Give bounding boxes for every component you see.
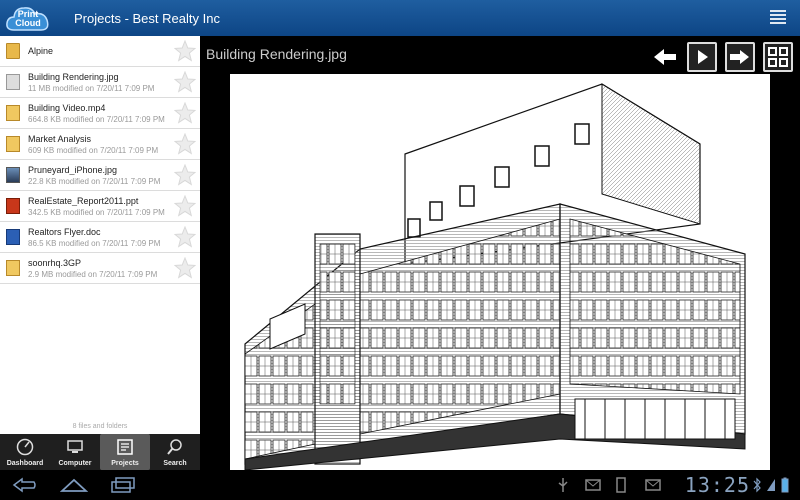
file-meta: 664.8 KB modified on 7/20/11 7:09 PM — [28, 115, 165, 124]
star-icon[interactable] — [174, 226, 196, 248]
page-title: Projects - Best Realty Inc — [74, 10, 220, 26]
file-icon — [6, 260, 20, 276]
star-icon[interactable] — [174, 195, 196, 217]
grid-icon — [768, 47, 788, 67]
top-bar: Print Cloud Projects - Best Realty Inc — [0, 0, 800, 36]
battery-icon — [781, 477, 789, 493]
mail-icon — [585, 479, 601, 491]
home-icon[interactable] — [60, 477, 88, 493]
star-icon[interactable] — [174, 164, 196, 186]
logo-text-line2: Cloud — [15, 18, 41, 28]
list-item[interactable]: soonrhq.3GP 2.9 MB modified on 7/20/11 7… — [0, 253, 200, 284]
tab-bar: Dashboard Computer Projects Search — [0, 434, 200, 470]
building-rendering-image[interactable] — [230, 74, 770, 470]
system-bar: 13:25 — [0, 470, 800, 500]
file-name: Building Rendering.jpg — [28, 72, 119, 82]
bluetooth-icon — [753, 477, 761, 493]
file-name: Pruneyard_iPhone.jpg — [28, 165, 118, 175]
folder-icon — [6, 43, 20, 59]
list-item[interactable]: Market Analysis 609 KB modified on 7/20/… — [0, 129, 200, 160]
file-meta: 609 KB modified on 7/20/11 7:09 PM — [28, 146, 159, 155]
search-icon — [167, 439, 182, 455]
file-name: Alpine — [28, 46, 54, 56]
list-item[interactable]: RealEstate_Report2011.ppt 342.5 KB modif… — [0, 191, 200, 222]
star-icon[interactable] — [174, 102, 196, 124]
recent-apps-icon[interactable] — [110, 477, 136, 493]
tab-label: Search — [163, 460, 187, 467]
star-icon[interactable] — [174, 257, 196, 279]
file-name: soonrhq.3GP — [28, 258, 82, 268]
file-icon — [6, 105, 20, 121]
play-button[interactable] — [687, 42, 717, 72]
viewer-title: Building Rendering.jpg — [206, 46, 347, 62]
file-name: Building Video.mp4 — [28, 103, 106, 113]
clock: 13:25 — [684, 473, 750, 497]
tab-label: Dashboard — [6, 460, 44, 467]
list-item[interactable]: Pruneyard_iPhone.jpg 22.8 KB modified on… — [0, 160, 200, 191]
gmail-icon — [645, 479, 661, 491]
word-file-icon — [6, 229, 20, 245]
play-icon — [698, 50, 708, 64]
projects-icon — [117, 439, 133, 455]
computer-icon — [67, 440, 83, 453]
grid-view-button[interactable] — [763, 42, 793, 72]
file-meta: 2.9 MB modified on 7/20/11 7:09 PM — [28, 270, 158, 279]
tab-computer[interactable]: Computer — [50, 434, 100, 470]
file-icon — [6, 136, 20, 152]
dashboard-icon — [16, 438, 34, 456]
wifi-icon — [767, 479, 775, 491]
file-meta: 342.5 KB modified on 7/20/11 7:09 PM — [28, 208, 165, 217]
file-name: RealEstate_Report2011.ppt — [28, 196, 139, 206]
tab-label: Computer — [58, 460, 92, 467]
list-item[interactable]: Building Rendering.jpg 11 MB modified on… — [0, 67, 200, 98]
file-count: 8 files and folders — [72, 423, 128, 430]
next-arrow-icon — [730, 50, 749, 64]
file-name: Realtors Flyer.doc — [28, 227, 101, 237]
star-icon[interactable] — [174, 133, 196, 155]
back-icon[interactable] — [12, 477, 38, 493]
image-file-icon — [6, 74, 20, 90]
print-cloud-logo[interactable]: Print Cloud — [0, 0, 56, 36]
list-item[interactable]: Realtors Flyer.doc 86.5 KB modified on 7… — [0, 222, 200, 253]
app-root: Print Cloud Projects - Best Realty Inc A… — [0, 0, 800, 500]
file-list: Alpine Building Rendering.jpg 11 MB modi… — [0, 36, 200, 434]
file-name: Market Analysis — [28, 134, 92, 144]
image-file-icon — [6, 167, 20, 183]
tab-dashboard[interactable]: Dashboard — [0, 434, 50, 470]
image-viewer: Building Rendering.jpg — [200, 36, 800, 470]
list-item[interactable]: Alpine — [0, 36, 200, 67]
file-meta: 86.5 KB modified on 7/20/11 7:09 PM — [28, 239, 161, 248]
previous-arrow-icon[interactable] — [650, 42, 680, 72]
powerpoint-file-icon — [6, 198, 20, 214]
tab-search[interactable]: Search — [150, 434, 200, 470]
star-icon[interactable] — [174, 40, 196, 62]
next-button[interactable] — [725, 42, 755, 72]
menu-icon[interactable] — [770, 10, 786, 26]
star-icon[interactable] — [174, 71, 196, 93]
tab-projects[interactable]: Projects — [100, 434, 150, 470]
list-item[interactable]: Building Video.mp4 664.8 KB modified on … — [0, 98, 200, 129]
logo-text: Print Cloud — [12, 10, 44, 28]
device-icon — [616, 477, 626, 493]
building-drawing — [244, 83, 746, 470]
file-meta: 22.8 KB modified on 7/20/11 7:09 PM — [28, 177, 161, 186]
file-meta: 11 MB modified on 7/20/11 7:09 PM — [28, 84, 155, 93]
usb-icon — [558, 478, 568, 492]
tab-label: Projects — [111, 460, 139, 467]
